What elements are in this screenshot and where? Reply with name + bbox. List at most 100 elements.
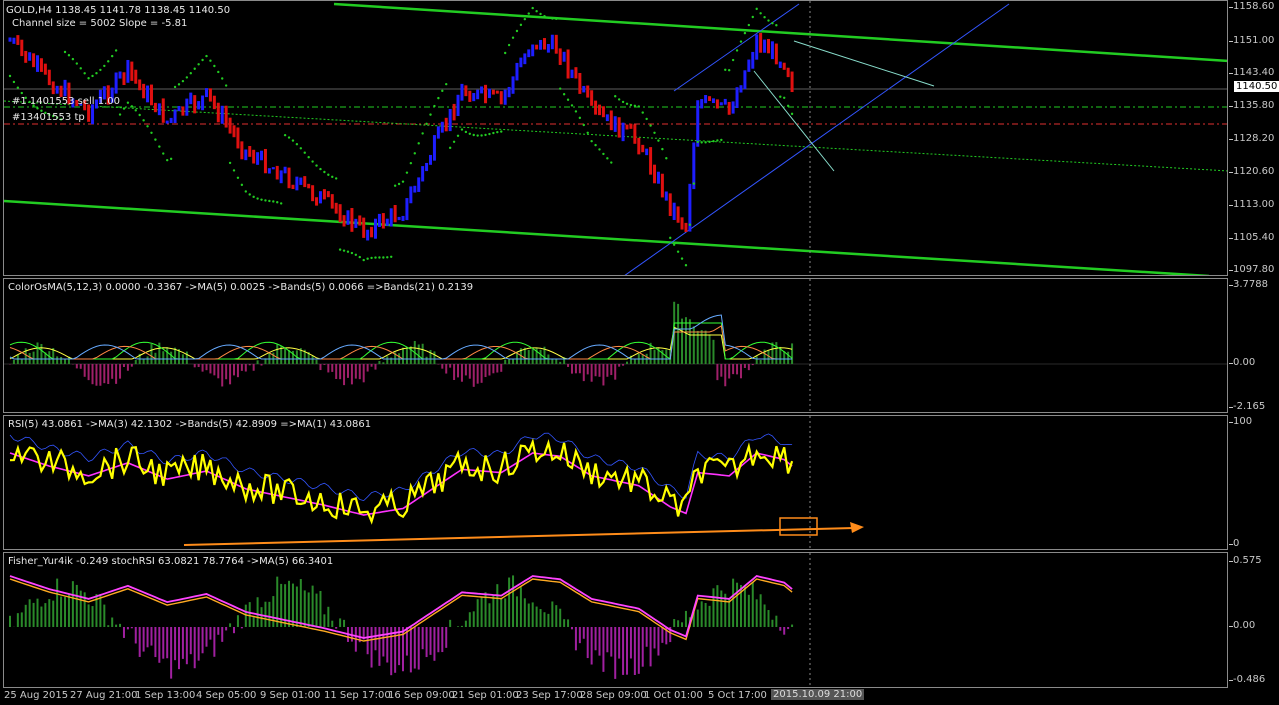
fisher-histogram-bar <box>594 627 597 651</box>
price-bar <box>664 191 668 201</box>
axis-tick-label: 1113.00 <box>1233 199 1275 210</box>
fisher-histogram-bar <box>335 627 338 629</box>
osma-histogram-bar <box>484 364 487 378</box>
price-bar <box>464 85 468 97</box>
osma-histogram-bar <box>197 364 200 368</box>
time-axis-label: 27 Aug 21:00 <box>70 690 138 701</box>
price-bar <box>315 197 319 206</box>
psar-dot <box>382 256 385 259</box>
price-bar <box>421 166 425 182</box>
price-bar <box>393 204 397 223</box>
osma-histogram-bar <box>468 364 471 379</box>
price-bar <box>550 34 554 50</box>
psar-dot <box>279 202 283 205</box>
psar-dot <box>63 50 67 54</box>
fisher-histogram-bar <box>24 604 27 627</box>
psar-dot <box>590 139 593 143</box>
fisher-histogram-bar <box>449 619 452 627</box>
price-bar <box>220 105 224 124</box>
osma-histogram-bar <box>791 343 794 364</box>
price-bar <box>535 44 539 50</box>
fisher-indicator-pane[interactable]: Fisher_Yur4ik -0.249 stochRSI 63.0821 78… <box>3 552 1228 688</box>
fisher-histogram-bar <box>252 615 255 627</box>
price-bar <box>334 202 338 214</box>
osma-histogram-bar <box>323 364 326 365</box>
osma-histogram-bar <box>606 364 609 377</box>
psar-dot <box>401 180 405 183</box>
fisher-histogram-bar <box>464 620 467 627</box>
price-bar <box>189 92 193 105</box>
price-bar <box>20 39 24 57</box>
price-bar <box>790 71 794 93</box>
price-chart-pane[interactable]: GOLD,H4 1138.45 1141.78 1138.45 1140.50 … <box>3 0 1228 276</box>
price-bar <box>519 57 523 68</box>
fisher-histogram-bar <box>755 599 758 627</box>
osma-histogram-bar <box>531 349 534 364</box>
osma-histogram-bar <box>716 364 719 381</box>
fisher-histogram-bar <box>468 612 471 627</box>
price-bar <box>782 62 786 70</box>
osma-histogram-bar <box>582 364 585 382</box>
osma-histogram-bar <box>40 343 43 364</box>
order-line-label-2: #13401553 tp <box>12 112 85 123</box>
osma-histogram-bar <box>122 364 125 368</box>
psar-dot <box>602 152 605 156</box>
fisher-histogram-bar <box>637 627 640 674</box>
psar-dot <box>162 152 165 155</box>
fisher-histogram-bar <box>60 596 63 627</box>
price-bar <box>495 90 499 94</box>
osma-histogram-bar <box>402 347 404 364</box>
fisher-histogram-bar <box>712 588 715 627</box>
psar-dot <box>460 128 464 131</box>
price-bar <box>32 53 36 68</box>
rsi-indicator-pane[interactable]: RSI(5) 43.0861 ->MA(3) 42.1302 ->Bands(5… <box>3 415 1228 550</box>
psar-dot <box>507 43 511 47</box>
psar-dot <box>287 136 291 139</box>
psar-dot <box>75 62 79 65</box>
psar-dot <box>221 77 224 80</box>
price-bar <box>766 38 770 54</box>
osma-histogram-bar <box>370 364 373 367</box>
price-bar <box>605 114 609 122</box>
axis-tick-label: 1158.60 <box>1233 1 1275 12</box>
price-bar <box>279 170 283 184</box>
osma-histogram-bar <box>728 364 731 379</box>
fisher-histogram-bar <box>217 627 220 635</box>
osma-histogram-bar <box>743 364 746 368</box>
psar-dot <box>676 250 680 253</box>
osma-histogram-bar <box>111 364 114 379</box>
osma-indicator-pane[interactable]: ColorOsMA(5,12,3) 0.0000 -0.3367 ->MA(5)… <box>3 278 1228 413</box>
axis-tick-label: 1128.20 <box>1233 133 1275 144</box>
psar-dot <box>617 98 621 101</box>
psar-dot <box>126 101 130 104</box>
price-bar <box>515 62 519 81</box>
psar-dot <box>672 243 676 246</box>
price-bar <box>181 106 185 116</box>
time-axis-label: 1 Sep 13:00 <box>135 690 196 701</box>
psar-dot <box>496 130 499 134</box>
price-bar <box>165 120 169 124</box>
psar-dot <box>397 182 401 186</box>
osma-histogram-bar <box>476 364 479 384</box>
price-bar <box>240 141 244 160</box>
fisher-histogram-bar <box>681 622 684 627</box>
psar-dot <box>727 69 731 72</box>
psar-dot <box>783 96 786 100</box>
psar-dot <box>358 255 361 259</box>
psar-dot <box>716 139 719 142</box>
osma-histogram-bar <box>378 361 381 364</box>
fisher-histogram-bar <box>64 596 67 627</box>
fisher-histogram-bar <box>32 602 35 627</box>
fisher-histogram-bar <box>767 610 770 627</box>
psar-dot <box>213 64 216 68</box>
price-bar <box>358 215 362 226</box>
psar-dot <box>8 74 12 78</box>
osma-histogram-bar <box>327 364 330 373</box>
price-bar <box>786 67 790 78</box>
fisher-histogram-bar <box>602 627 605 672</box>
price-bar <box>609 110 613 131</box>
osma-histogram-bar <box>783 351 786 364</box>
osma-histogram-bar <box>449 364 452 368</box>
osma-histogram-bar <box>704 330 707 364</box>
price-bar <box>653 164 657 184</box>
